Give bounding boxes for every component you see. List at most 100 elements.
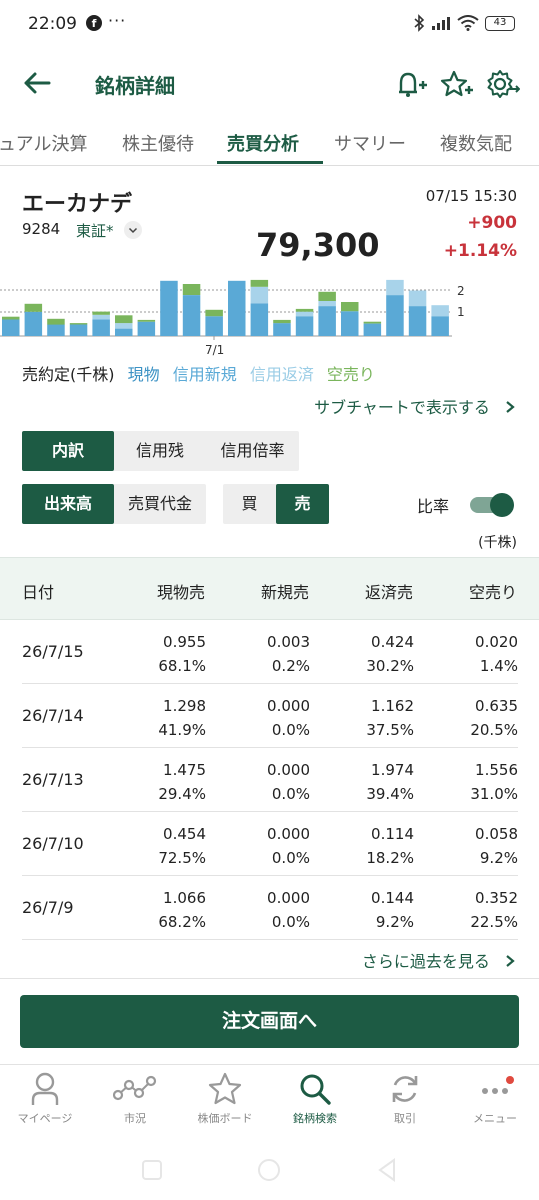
market-graph-icon bbox=[113, 1075, 157, 1101]
volume-bar-segment bbox=[92, 314, 110, 320]
cell-percent: 37.5% bbox=[366, 721, 414, 739]
cell-percent: 9.2% bbox=[479, 849, 518, 867]
cell-genbutsu-sell: 0.454 72.5% bbox=[158, 822, 206, 870]
order-screen-button[interactable]: 注文画面へ bbox=[20, 995, 519, 1048]
volume-bar-segment bbox=[295, 308, 314, 312]
segment-trading-value[interactable]: 売買代金 bbox=[114, 484, 206, 524]
segment-margin-balance[interactable]: 信用残 bbox=[114, 431, 206, 471]
ratio-label: 比率 bbox=[417, 497, 450, 516]
quote-datetime: 07/15 15:30 bbox=[425, 187, 517, 205]
segment-sell[interactable]: 売 bbox=[276, 484, 329, 524]
nav-trade[interactable]: 取引 bbox=[360, 1071, 450, 1126]
back-arrow-icon[interactable] bbox=[22, 70, 52, 96]
col-genbutsu-sell: 現物売 bbox=[156, 583, 205, 602]
cell-repay-sell: 1.974 39.4% bbox=[366, 758, 414, 806]
segment-volume[interactable]: 出来高 bbox=[22, 484, 114, 524]
cell-percent: 68.2% bbox=[158, 913, 206, 931]
tab-annual-results[interactable]: ュアル決算 bbox=[0, 130, 87, 156]
market-selector[interactable]: 東証* bbox=[76, 220, 114, 241]
add-alert-bell-icon[interactable] bbox=[393, 68, 427, 100]
notification-badge bbox=[506, 1076, 514, 1084]
cell-new-sell: 0.000 0.0% bbox=[267, 822, 310, 870]
settings-gear-icon[interactable] bbox=[486, 68, 520, 100]
volume-bar-segment bbox=[115, 328, 133, 336]
status-icons: 43 bbox=[413, 14, 515, 32]
tab-multi-quotes[interactable]: 複数気配 bbox=[440, 130, 512, 156]
volume-bar-segment bbox=[160, 280, 178, 336]
tab-trade-analysis[interactable]: 売買分析 bbox=[227, 130, 299, 156]
nav-menu-label: メニュー bbox=[473, 1112, 517, 1125]
tab-shareholder-benefits[interactable]: 株主優待 bbox=[122, 130, 194, 156]
cell-value: 0.000 bbox=[267, 825, 310, 843]
volume-bar-segment bbox=[318, 301, 336, 307]
cell-percent: 39.4% bbox=[366, 785, 414, 803]
cell-short-sell: 0.635 20.5% bbox=[470, 694, 518, 742]
volume-bar-segment bbox=[250, 303, 269, 336]
segment-margin-ratio[interactable]: 信用倍率 bbox=[206, 431, 299, 471]
cell-value: 0.000 bbox=[267, 761, 310, 779]
nav-menu[interactable]: メニュー bbox=[450, 1071, 539, 1126]
row-date: 26/7/10 bbox=[22, 834, 84, 853]
volume-bar-segment bbox=[2, 319, 20, 336]
nav-stock-search-label: 銘柄検索 bbox=[293, 1112, 337, 1125]
volume-bar-segment bbox=[318, 306, 336, 336]
volume-bar-segment bbox=[386, 279, 404, 296]
cell-percent: 41.9% bbox=[158, 721, 206, 739]
volume-mini-chart[interactable]: 2 1 7/1 bbox=[0, 278, 539, 358]
table-header: 日付 現物売 新規売 返済売 空売り bbox=[0, 557, 539, 620]
nav-stock-search[interactable]: 銘柄検索 bbox=[270, 1071, 360, 1126]
segment-buy[interactable]: 買 bbox=[223, 484, 276, 524]
cell-short-sell: 0.058 9.2% bbox=[475, 822, 518, 870]
unit-label: (千株) bbox=[478, 535, 517, 551]
subchart-link[interactable]: サブチャートで表示する bbox=[314, 394, 517, 418]
back-icon[interactable] bbox=[378, 1158, 395, 1182]
cell-percent: 0.0% bbox=[271, 849, 310, 867]
status-bar: 22:09 f ··· 43 bbox=[0, 0, 539, 50]
cell-percent: 18.2% bbox=[366, 849, 414, 867]
see-more-link[interactable]: さらに過去を見る bbox=[362, 948, 517, 972]
volume-bar-segment bbox=[250, 286, 269, 304]
cell-repay-sell: 0.114 18.2% bbox=[366, 822, 414, 870]
wifi-icon bbox=[457, 15, 479, 31]
nav-stock-board[interactable]: 株価ボード bbox=[180, 1071, 270, 1126]
signal-icon bbox=[432, 17, 450, 30]
row-date: 26/7/9 bbox=[22, 898, 74, 917]
page-title: 銘柄詳細 bbox=[95, 74, 175, 98]
nav-mypage[interactable]: マイページ bbox=[0, 1071, 90, 1126]
cell-short-sell: 0.352 22.5% bbox=[470, 886, 518, 934]
volume-bar-segment bbox=[386, 295, 404, 336]
volume-bar-segment bbox=[69, 324, 88, 336]
cell-genbutsu-sell: 1.475 29.4% bbox=[158, 758, 206, 806]
active-tab-indicator bbox=[217, 161, 323, 164]
cell-repay-sell: 0.424 30.2% bbox=[366, 630, 414, 678]
cell-percent: 20.5% bbox=[470, 721, 518, 739]
table-row: 26/7/9 1.066 68.2% 0.000 0.0% 0.144 9.2% 0.352 2… bbox=[22, 876, 518, 940]
table-row: 26/7/14 1.298 41.9% 0.000 0.0% 1.162 37.5% 0.63… bbox=[22, 684, 518, 748]
cell-new-sell: 0.000 0.0% bbox=[267, 694, 310, 742]
tab-summary[interactable]: サマリー bbox=[334, 130, 406, 156]
volume-bar-segment bbox=[47, 318, 65, 325]
nav-market[interactable]: 市況 bbox=[90, 1071, 180, 1126]
chevron-down-icon[interactable] bbox=[124, 221, 142, 239]
cell-value: 0.000 bbox=[267, 697, 310, 715]
cell-percent: 22.5% bbox=[470, 913, 518, 931]
facebook-icon: f bbox=[86, 15, 102, 31]
cell-value: 1.298 bbox=[163, 697, 206, 715]
volume-bar-segment bbox=[363, 321, 382, 324]
price-change-percent: +1.14% bbox=[443, 241, 517, 261]
star-icon bbox=[208, 1072, 242, 1105]
home-icon[interactable] bbox=[258, 1159, 280, 1181]
volume-bar-segment bbox=[182, 284, 201, 295]
chevron-right-icon bbox=[506, 401, 515, 413]
row-date: 26/7/13 bbox=[22, 770, 84, 789]
cell-new-sell: 0.003 0.2% bbox=[267, 630, 310, 678]
tab-bar: ュアル決算 株主優待 売買分析 サマリー 複数気配 bbox=[0, 118, 539, 166]
ratio-toggle[interactable] bbox=[470, 493, 514, 517]
add-favorite-star-icon[interactable] bbox=[440, 68, 474, 100]
stock-code: 9284 bbox=[22, 220, 61, 238]
system-navigation-bar bbox=[142, 1158, 395, 1182]
cell-percent: 0.0% bbox=[271, 721, 310, 739]
recent-apps-icon[interactable] bbox=[142, 1160, 162, 1180]
segment-breakdown[interactable]: 内訳 bbox=[22, 431, 114, 471]
axis-label-2: 2 bbox=[457, 284, 465, 298]
